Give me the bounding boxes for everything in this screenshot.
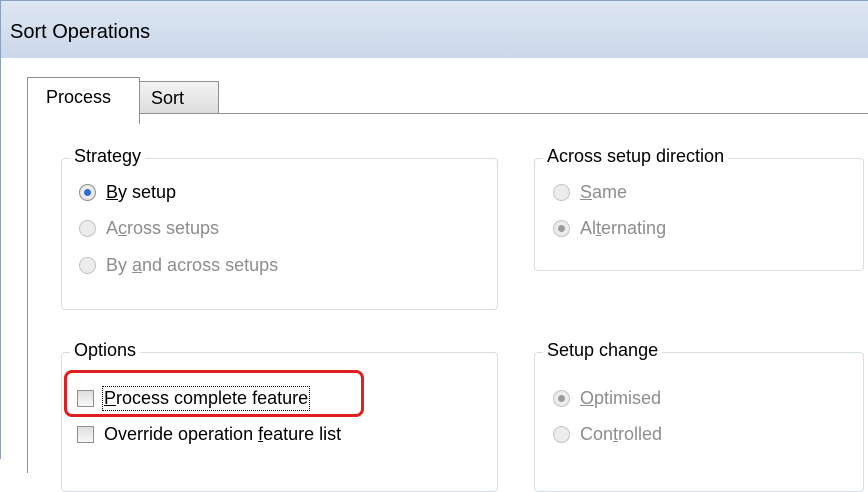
tab-sort-label: Sort	[151, 88, 185, 108]
radio-selected-icon	[79, 184, 96, 201]
radio-empty-icon	[553, 184, 570, 201]
strategy-group: Strategy By setup Across setups By and a…	[61, 146, 498, 310]
by-setup-radio[interactable]: By setup	[79, 182, 176, 203]
title-bar[interactable]: Sort Operations	[0, 0, 868, 58]
across-setups-label: Across setups	[106, 218, 220, 238]
controlled-radio[interactable]: Controlled	[553, 424, 662, 445]
optimised-label: Optimised	[580, 388, 662, 408]
override-operation-feature-list-checkbox[interactable]: Override operation feature list	[77, 424, 341, 445]
radio-selected-icon	[553, 220, 570, 237]
same-radio[interactable]: Same	[553, 182, 627, 203]
setup-change-group: Setup change Optimised Controlled	[534, 340, 864, 492]
same-label: Same	[580, 182, 628, 202]
by-and-across-setups-radio[interactable]: By and across setups	[79, 255, 278, 276]
across-setups-radio[interactable]: Across setups	[79, 218, 219, 239]
across-setup-direction-label: Across setup direction	[543, 146, 729, 167]
strategy-group-label: Strategy	[70, 146, 146, 167]
setup-change-group-label: Setup change	[543, 340, 663, 361]
alternating-radio[interactable]: Alternating	[553, 218, 666, 239]
tab-sort[interactable]: Sort	[139, 81, 219, 114]
tab-process[interactable]: Process	[27, 77, 140, 124]
across-setup-direction-group: Across setup direction Same Alternating	[534, 146, 864, 271]
sort-operations-dialog: Sort Operations Process Sort Strategy By…	[0, 0, 868, 492]
highlight-annotation	[64, 370, 364, 417]
optimised-radio[interactable]: Optimised	[553, 388, 661, 409]
by-and-across-setups-label: By and across setups	[106, 255, 279, 275]
window-title: Sort Operations	[10, 21, 151, 43]
radio-empty-icon	[79, 220, 96, 237]
process-tab-panel: Strategy By setup Across setups By and a…	[27, 113, 868, 492]
radio-empty-icon	[79, 257, 96, 274]
checkbox-icon	[77, 426, 94, 443]
alternating-label: Alternating	[580, 218, 667, 238]
radio-empty-icon	[553, 426, 570, 443]
options-group-label: Options	[70, 340, 141, 361]
tab-process-label: Process	[46, 87, 112, 107]
controlled-label: Controlled	[580, 424, 663, 444]
by-setup-label: By setup	[106, 182, 177, 202]
radio-selected-icon	[553, 390, 570, 407]
override-operation-feature-list-label: Override operation feature list	[104, 424, 342, 444]
